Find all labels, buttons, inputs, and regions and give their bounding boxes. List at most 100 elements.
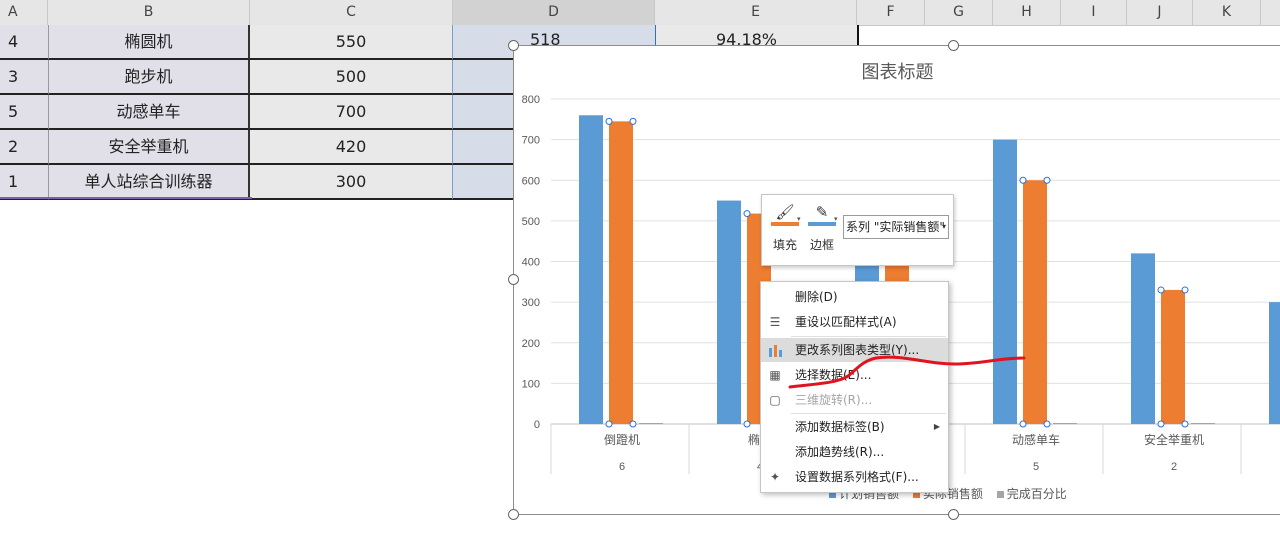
col-header-a[interactable]: A bbox=[0, 0, 48, 25]
3d-rotate-icon: ▢ bbox=[769, 393, 781, 407]
cell-planned[interactable]: 550 bbox=[250, 25, 453, 60]
bar-actual bbox=[1161, 289, 1185, 424]
series-selector-value: 系列 "实际销售额" bbox=[846, 220, 945, 234]
fill-button[interactable]: 🖌 填充 ▾ bbox=[768, 203, 802, 253]
table-row: 5 动感单车 700 bbox=[0, 95, 513, 130]
col-header-c[interactable]: C bbox=[250, 0, 453, 25]
legend-item-percent[interactable]: 完成百分比 bbox=[996, 485, 1067, 502]
chart-title[interactable]: 图表标题 bbox=[514, 58, 1280, 84]
cell-rank[interactable]: 4 bbox=[0, 25, 48, 60]
x-tick-label: 安全举重机 bbox=[1144, 432, 1204, 447]
x-tick-label: 倒蹬机 bbox=[604, 433, 640, 447]
cell-rank[interactable]: 3 bbox=[0, 60, 48, 95]
menu-item-format-series[interactable]: ✦ 设置数据系列格式(F)... bbox=[761, 465, 948, 489]
legend-label-percent: 完成百分比 bbox=[1006, 487, 1067, 501]
cell-planned[interactable]: 420 bbox=[250, 130, 453, 165]
menu-item-label: 添加数据标签(B) bbox=[795, 420, 885, 434]
chart-resize-handle-sw[interactable] bbox=[508, 509, 519, 520]
fill-label: 填充 bbox=[772, 238, 797, 252]
bar-percent bbox=[1191, 423, 1215, 424]
fill-dropdown-icon[interactable]: ▾ bbox=[797, 215, 801, 223]
y-tick-label: 100 bbox=[522, 378, 540, 390]
bar-plan bbox=[1131, 253, 1155, 424]
menu-item-label: 添加趋势线(R)... bbox=[795, 445, 885, 459]
border-button[interactable]: ✎ 边框 ▾ bbox=[805, 203, 839, 253]
menu-item-change-chart-type[interactable]: 更改系列图表类型(Y)... bbox=[761, 338, 948, 362]
y-tick-label: 800 bbox=[522, 94, 540, 106]
menu-item-label: 设置数据系列格式(F)... bbox=[795, 470, 919, 484]
menu-divider bbox=[791, 413, 946, 414]
cell-actual[interactable] bbox=[453, 130, 513, 165]
menu-item-add-trendline[interactable]: 添加趋势线(R)... bbox=[761, 440, 948, 464]
table-row: 3 跑步机 500 bbox=[0, 60, 513, 95]
bar-plan bbox=[579, 115, 603, 424]
menu-item-3d-rotation: ▢ 三维旋转(R)... bbox=[761, 388, 948, 412]
cell-rank[interactable]: 2 bbox=[0, 130, 48, 165]
fill-color-bar bbox=[771, 222, 799, 226]
submenu-arrow-icon: ▶ bbox=[933, 422, 940, 431]
cell-planned[interactable]: 300 bbox=[250, 165, 453, 200]
y-tick-label: 500 bbox=[522, 216, 540, 228]
col-header-b[interactable]: B bbox=[48, 0, 250, 25]
menu-item-label: 重设以匹配样式(A) bbox=[795, 315, 897, 329]
menu-item-add-data-labels[interactable]: 添加数据标签(B) ▶ bbox=[761, 415, 948, 439]
selection-handle bbox=[605, 117, 613, 125]
cell-actual[interactable] bbox=[453, 60, 513, 95]
y-tick-label: 200 bbox=[522, 338, 540, 350]
selection-handle bbox=[1181, 286, 1189, 294]
col-header-e[interactable]: E bbox=[655, 0, 857, 25]
y-tick-label: 600 bbox=[522, 175, 540, 187]
menu-divider bbox=[791, 336, 946, 337]
menu-item-delete[interactable]: 删除(D) bbox=[761, 285, 948, 309]
cell-product[interactable]: 安全举重机 bbox=[48, 130, 250, 165]
cell-product[interactable]: 动感单车 bbox=[48, 95, 250, 130]
x-tick-sublabel: 2 bbox=[1171, 461, 1177, 473]
menu-item-reset-style[interactable]: ☰ 重设以匹配样式(A) bbox=[761, 310, 948, 334]
selection-handle bbox=[743, 210, 751, 218]
col-header-g[interactable]: G bbox=[925, 0, 993, 25]
select-data-icon: ▦ bbox=[769, 368, 781, 382]
cell-planned[interactable]: 500 bbox=[250, 60, 453, 95]
selection-handle bbox=[1181, 420, 1189, 428]
chart-resize-handle-nw[interactable] bbox=[508, 40, 519, 51]
context-menu: 删除(D) ☰ 重设以匹配样式(A) 更改系列图表类型(Y)... ▦ 选择数据… bbox=[760, 281, 949, 493]
cell-product[interactable]: 跑步机 bbox=[48, 60, 250, 95]
bar-plan bbox=[993, 139, 1017, 424]
col-header-j[interactable]: J bbox=[1127, 0, 1193, 25]
menu-item-label: 删除(D) bbox=[795, 290, 838, 304]
cell-rank[interactable]: 1 bbox=[0, 165, 48, 200]
cell-actual[interactable] bbox=[453, 165, 513, 200]
cell-actual[interactable] bbox=[453, 95, 513, 130]
selection-handle bbox=[1043, 420, 1051, 428]
cell-actual[interactable] bbox=[453, 25, 513, 60]
cell-planned[interactable]: 700 bbox=[250, 95, 453, 130]
chart-resize-handle-n[interactable] bbox=[948, 40, 959, 51]
reset-style-icon: ☰ bbox=[769, 315, 781, 329]
cell-product[interactable]: 椭圆机 bbox=[48, 25, 250, 60]
selection-handle bbox=[743, 420, 751, 428]
y-tick-label: 0 bbox=[534, 419, 540, 431]
chart-resize-handle-w[interactable] bbox=[508, 274, 519, 285]
chart-resize-handle-s[interactable] bbox=[948, 509, 959, 520]
menu-item-select-data[interactable]: ▦ 选择数据(E)... bbox=[761, 363, 948, 387]
col-header-i[interactable]: I bbox=[1061, 0, 1127, 25]
chart-type-icon bbox=[767, 342, 783, 358]
bar-percent bbox=[639, 423, 663, 424]
chevron-down-icon: ▾ bbox=[941, 222, 946, 231]
col-header-d[interactable]: D bbox=[453, 0, 655, 25]
col-header-k[interactable]: K bbox=[1193, 0, 1261, 25]
col-header-h[interactable]: H bbox=[993, 0, 1061, 25]
selection-handle bbox=[1043, 176, 1051, 184]
col-header-f[interactable]: F bbox=[857, 0, 925, 25]
bar-percent bbox=[1053, 423, 1077, 424]
cell-rank[interactable]: 5 bbox=[0, 95, 48, 130]
selection-handle bbox=[1157, 420, 1165, 428]
border-dropdown-icon[interactable]: ▾ bbox=[834, 215, 838, 223]
border-color-bar bbox=[808, 222, 836, 226]
cell-product[interactable]: 单人站综合训练器 bbox=[48, 165, 250, 200]
cell-border-f bbox=[857, 25, 859, 45]
bar-actual bbox=[609, 121, 633, 424]
series-selector[interactable]: 系列 "实际销售额" ▾ bbox=[843, 215, 949, 239]
chart-type-icon-svg bbox=[769, 345, 782, 357]
x-tick-label: 动感单车 bbox=[1012, 432, 1060, 447]
